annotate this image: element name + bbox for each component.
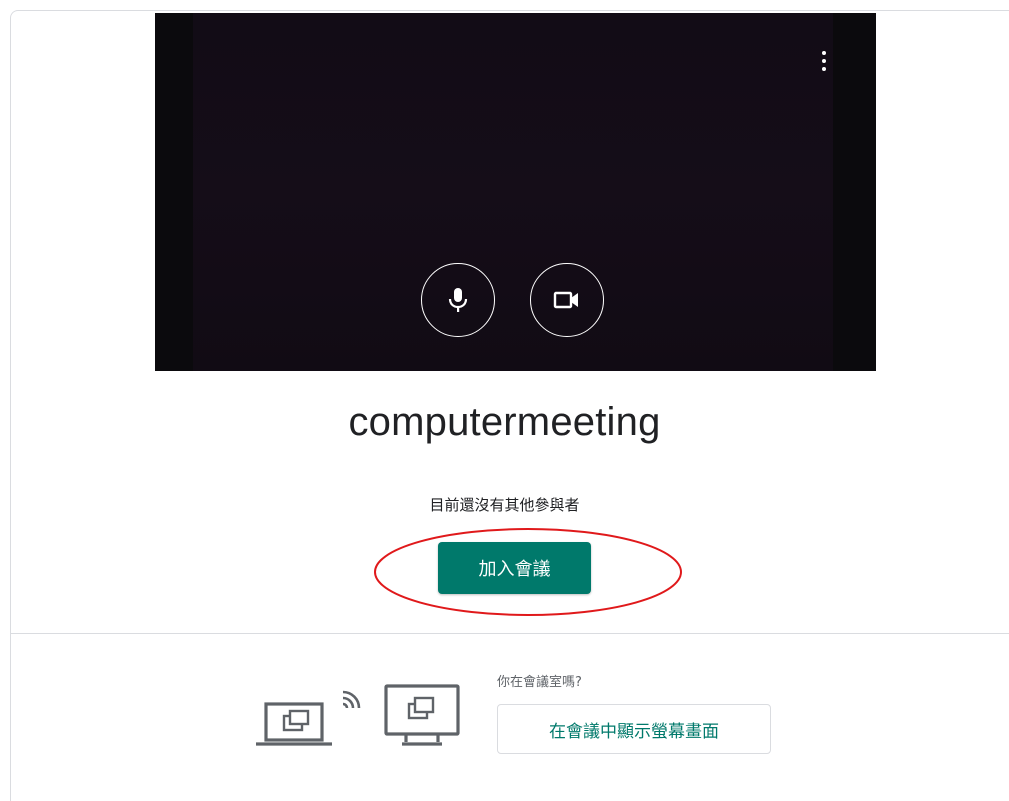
more-options-icon[interactable] xyxy=(816,51,832,79)
participants-status: 目前還沒有其他參與者 xyxy=(429,496,580,514)
video-preview xyxy=(155,13,876,371)
camera-feed xyxy=(193,13,833,371)
present-to-meeting-button[interactable]: 在會議中顯示螢幕畫面 xyxy=(497,704,771,754)
camera-icon xyxy=(553,291,578,309)
mic-icon xyxy=(448,288,468,312)
meeting-name: computermeeting xyxy=(348,400,661,444)
cast-waves-icon xyxy=(342,690,361,709)
cast-to-room-illustration xyxy=(256,684,460,746)
join-meeting-button[interactable]: 加入會議 xyxy=(438,542,591,594)
microphone-toggle-button[interactable] xyxy=(421,263,495,337)
camera-toggle-button[interactable] xyxy=(530,263,604,337)
monitor-icon xyxy=(384,684,460,746)
section-divider xyxy=(10,633,1009,634)
room-question-label: 你在會議室嗎? xyxy=(497,675,582,690)
